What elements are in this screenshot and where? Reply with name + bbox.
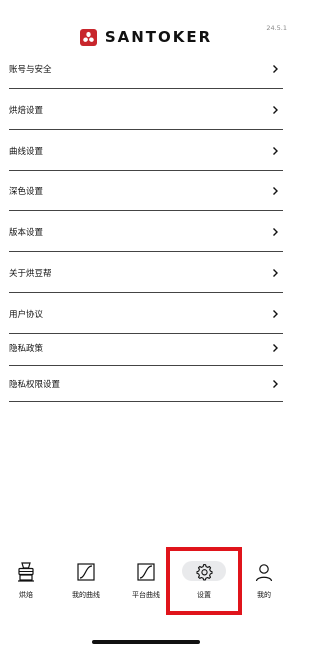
menu-item-privacy-permissions[interactable]: 隐私权限设置 xyxy=(9,366,283,402)
menu-item-about[interactable]: 关于烘豆帮 xyxy=(9,253,283,293)
menu-item-account-security[interactable]: 账号与安全 xyxy=(9,49,283,89)
tab-roast[interactable]: 烘焙 xyxy=(0,555,52,603)
menu-item-label: 隐私政策 xyxy=(9,343,44,354)
chevron-right-icon xyxy=(273,146,278,155)
menu-item-label: 烘焙设置 xyxy=(9,105,44,116)
chevron-right-icon xyxy=(273,105,278,114)
tab-label: 平台曲线 xyxy=(132,591,160,599)
home-indicator xyxy=(92,640,200,644)
chevron-right-icon xyxy=(273,186,278,195)
brand-logo-icon xyxy=(79,28,97,46)
menu-item-label: 用户协议 xyxy=(9,309,44,320)
menu-item-label: 关于烘豆帮 xyxy=(9,268,52,279)
curve-icon xyxy=(137,563,155,581)
chevron-right-icon xyxy=(273,379,278,388)
highlight-annotation-box xyxy=(166,547,242,615)
chevron-right-icon xyxy=(273,343,278,352)
menu-item-label: 隐私权限设置 xyxy=(9,379,61,390)
brand-header: SANTOKER xyxy=(0,28,292,46)
chevron-right-icon xyxy=(273,309,278,318)
menu-item-privacy-policy[interactable]: 隐私政策 xyxy=(9,330,283,366)
chevron-right-icon xyxy=(273,268,278,277)
menu-item-label: 深色设置 xyxy=(9,186,44,197)
curve-icon xyxy=(77,563,95,581)
menu-item-version-settings[interactable]: 版本设置 xyxy=(9,212,283,252)
tab-my-curves[interactable]: 我的曲线 xyxy=(60,555,112,603)
menu-item-label: 账号与安全 xyxy=(9,64,52,75)
tab-label: 我的曲线 xyxy=(72,591,100,599)
menu-item-roast-settings[interactable]: 烘焙设置 xyxy=(9,90,283,130)
chevron-right-icon xyxy=(273,227,278,236)
tab-mine[interactable]: 我的 xyxy=(238,555,290,603)
menu-item-label: 曲线设置 xyxy=(9,146,44,157)
tab-label: 烘焙 xyxy=(19,591,33,599)
user-icon xyxy=(255,564,273,582)
menu-item-dark-settings[interactable]: 深色设置 xyxy=(9,171,283,211)
tab-label: 我的 xyxy=(257,591,271,599)
menu-item-curve-settings[interactable]: 曲线设置 xyxy=(9,131,283,171)
menu-item-user-agreement[interactable]: 用户协议 xyxy=(9,294,283,334)
menu-item-label: 版本设置 xyxy=(9,227,44,238)
bottom-tab-bar: 烘焙 我的曲线 平台曲线 设置 我的 xyxy=(0,555,292,605)
brand-name: SANTOKER xyxy=(104,28,213,46)
tab-platform-curves[interactable]: 平台曲线 xyxy=(120,555,172,603)
chevron-right-icon xyxy=(273,64,278,73)
roaster-icon xyxy=(18,562,34,582)
